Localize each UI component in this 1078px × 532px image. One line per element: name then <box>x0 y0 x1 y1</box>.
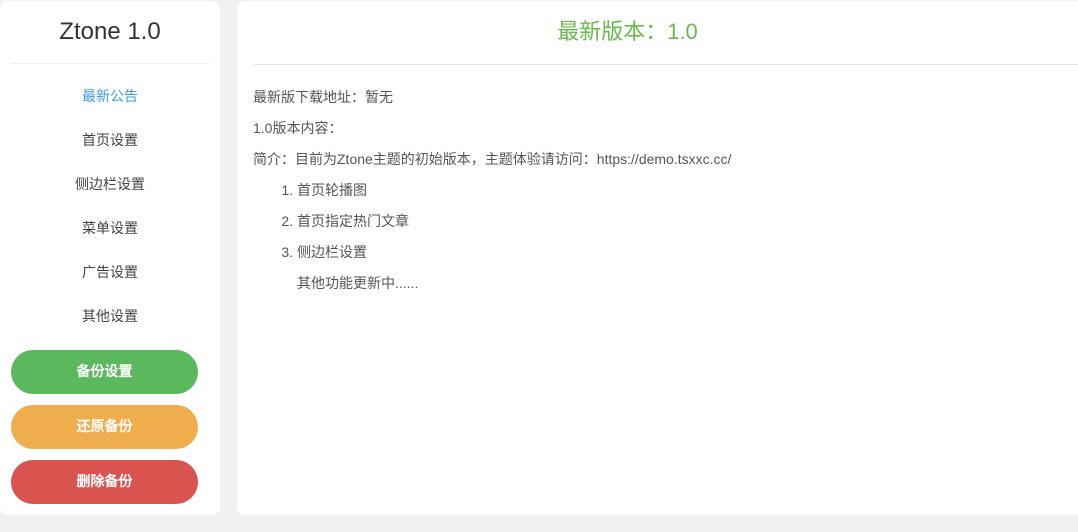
feature-list: 首页轮播图 首页指定热门文章 侧边栏设置 <box>253 179 1078 272</box>
page-title: 最新版本：1.0 <box>253 1 1078 65</box>
sidebar-item-menu-settings[interactable]: 菜单设置 <box>0 207 220 251</box>
restore-backup-button[interactable]: 还原备份 <box>11 405 198 449</box>
more-features-note: 其他功能更新中...... <box>297 275 419 291</box>
brand-title: Ztone 1.0 <box>11 1 209 64</box>
sidebar-item-homepage-settings[interactable]: 首页设置 <box>0 119 220 163</box>
list-item: 侧边栏设置 <box>297 241 1078 272</box>
download-info: 最新版下载地址：暂无 <box>253 89 393 105</box>
sidebar: Ztone 1.0 最新公告 首页设置 侧边栏设置 菜单设置 广告设置 其他设置… <box>0 1 220 515</box>
sidebar-item-latest-announcement[interactable]: 最新公告 <box>0 75 220 119</box>
version-content-heading: 1.0版本内容： <box>253 120 343 136</box>
sidebar-item-other-settings[interactable]: 其他设置 <box>0 295 220 339</box>
sidebar-item-ad-settings[interactable]: 广告设置 <box>0 251 220 295</box>
delete-backup-button[interactable]: 删除备份 <box>11 460 198 504</box>
sidebar-item-sidebar-settings[interactable]: 侧边栏设置 <box>0 163 220 207</box>
announcement-content: 最新版下载地址：暂无 1.0版本内容： 简介：目前为Ztone主题的初始版本，主… <box>237 65 1078 303</box>
sidebar-nav: 最新公告 首页设置 侧边栏设置 菜单设置 广告设置 其他设置 <box>0 75 220 339</box>
list-item: 首页轮播图 <box>297 179 1078 210</box>
backup-settings-button[interactable]: 备份设置 <box>11 350 198 394</box>
list-item: 首页指定热门文章 <box>297 210 1078 241</box>
main-panel: 最新版本：1.0 最新版下载地址：暂无 1.0版本内容： 简介：目前为Ztone… <box>237 1 1078 515</box>
intro-text: 简介：目前为Ztone主题的初始版本，主题体验请访问：https://demo.… <box>253 151 732 167</box>
